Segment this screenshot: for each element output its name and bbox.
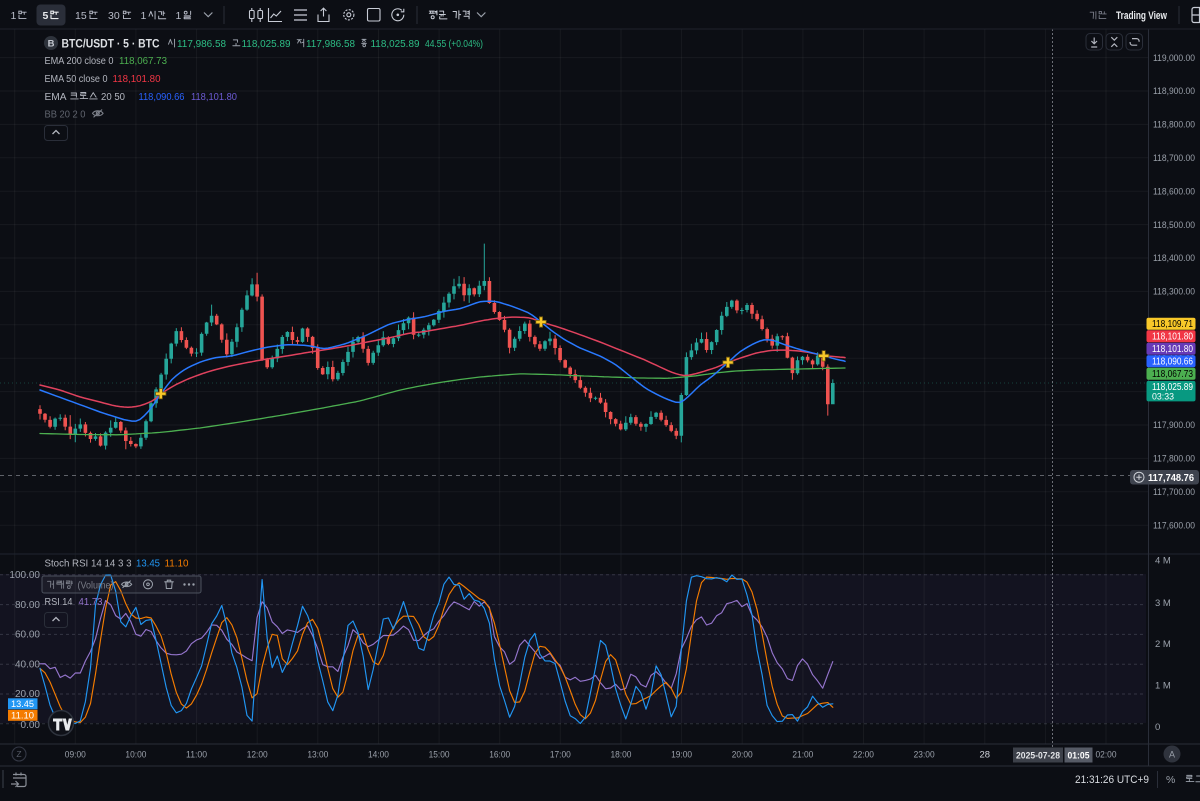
svg-text:RSI 14: RSI 14 <box>45 597 74 608</box>
svg-text:4 M: 4 M <box>1155 556 1171 567</box>
svg-text:117,600.00: 117,600.00 <box>1153 520 1195 531</box>
svg-text:A: A <box>1169 749 1175 759</box>
svg-text:118,101.80: 118,101.80 <box>1152 344 1193 355</box>
svg-text:118,067.73: 118,067.73 <box>1152 369 1193 380</box>
svg-text:117,800.00: 117,800.00 <box>1153 454 1195 465</box>
svg-text:117,700.00: 117,700.00 <box>1153 487 1195 498</box>
svg-text:118,101.80: 118,101.80 <box>1152 332 1193 343</box>
svg-text:EMA: EMA <box>45 92 67 103</box>
svg-text:18:00: 18:00 <box>610 750 631 761</box>
svg-text:41.73: 41.73 <box>79 597 104 608</box>
svg-text:117,986.58: 117,986.58 <box>177 39 226 50</box>
svg-text:13.45: 13.45 <box>136 559 161 570</box>
svg-text:14:00: 14:00 <box>368 750 389 761</box>
svg-text:15:00: 15:00 <box>429 750 450 761</box>
svg-text:5: 5 <box>43 10 49 22</box>
svg-text:2 M: 2 M <box>1155 639 1171 650</box>
svg-text:118,109.71: 118,109.71 <box>1152 319 1193 330</box>
svg-text:80.00: 80.00 <box>15 600 40 611</box>
svg-text:28: 28 <box>979 750 990 761</box>
svg-text:22:00: 22:00 <box>853 750 874 761</box>
svg-text:(Volume): (Volume) <box>78 581 114 592</box>
svg-text:1 M: 1 M <box>1155 681 1171 692</box>
svg-text:21:00: 21:00 <box>792 750 813 761</box>
svg-text:23:00: 23:00 <box>914 750 935 761</box>
svg-text:10:00: 10:00 <box>125 750 146 761</box>
svg-text:100.00: 100.00 <box>9 570 40 581</box>
svg-text:118,025.89: 118,025.89 <box>371 39 420 50</box>
svg-text:1: 1 <box>141 10 147 22</box>
svg-text:17:00: 17:00 <box>550 750 571 761</box>
svg-text:B: B <box>48 39 55 50</box>
svg-text:40.00: 40.00 <box>15 659 40 670</box>
svg-text:Z: Z <box>16 749 21 759</box>
svg-text:118,300.00: 118,300.00 <box>1153 287 1195 298</box>
svg-text:13.45: 13.45 <box>11 699 34 710</box>
svg-text:1: 1 <box>176 10 182 22</box>
svg-text:BTC/USDT · 5 · BTC: BTC/USDT · 5 · BTC <box>62 39 160 51</box>
svg-text:03:33: 03:33 <box>1152 391 1174 402</box>
svg-text:44.55 (+0.04%): 44.55 (+0.04%) <box>425 39 483 50</box>
svg-text:2025-07-28: 2025-07-28 <box>1016 751 1060 762</box>
svg-text:Stoch RSI 14 14 3 3: Stoch RSI 14 14 3 3 <box>45 559 133 570</box>
svg-text:16:00: 16:00 <box>489 750 510 761</box>
svg-text:12:00: 12:00 <box>247 750 268 761</box>
svg-text:118,900.00: 118,900.00 <box>1153 86 1195 97</box>
svg-text:118,090.66: 118,090.66 <box>139 92 186 103</box>
svg-text:Trading View: Trading View <box>1116 10 1167 22</box>
svg-text:BB 20 2 0: BB 20 2 0 <box>45 110 87 121</box>
svg-text:118,400.00: 118,400.00 <box>1153 253 1195 264</box>
svg-text:118,090.66: 118,090.66 <box>1152 357 1193 368</box>
svg-text:119,000.00: 119,000.00 <box>1153 53 1195 64</box>
svg-text:01:05: 01:05 <box>1068 751 1091 762</box>
svg-text:11:00: 11:00 <box>186 750 207 761</box>
svg-text:0: 0 <box>1155 722 1160 733</box>
svg-text:118,800.00: 118,800.00 <box>1153 120 1195 131</box>
svg-text:117,900.00: 117,900.00 <box>1153 420 1195 431</box>
svg-text:%: % <box>1166 774 1175 786</box>
svg-text:3 M: 3 M <box>1155 598 1171 609</box>
svg-text:21:31:26 UTC+9: 21:31:26 UTC+9 <box>1075 774 1149 786</box>
svg-text:117,748.76: 117,748.76 <box>1148 473 1194 484</box>
svg-text:1: 1 <box>11 10 17 22</box>
svg-text:11.10: 11.10 <box>11 710 34 721</box>
svg-text:118,500.00: 118,500.00 <box>1153 220 1195 231</box>
svg-text:118,101.80: 118,101.80 <box>191 92 238 103</box>
svg-text:118,067.73: 118,067.73 <box>119 56 168 67</box>
svg-text:EMA 200 close 0: EMA 200 close 0 <box>45 56 115 67</box>
svg-text:13:00: 13:00 <box>307 750 328 761</box>
svg-text:19:00: 19:00 <box>671 750 692 761</box>
svg-text:02:00: 02:00 <box>1096 750 1117 761</box>
svg-text:118,700.00: 118,700.00 <box>1153 153 1195 164</box>
svg-text:118,600.00: 118,600.00 <box>1153 186 1195 197</box>
svg-text:30: 30 <box>108 10 120 22</box>
svg-text:118,101.80: 118,101.80 <box>113 74 162 85</box>
svg-text:118,025.89: 118,025.89 <box>242 39 291 50</box>
svg-text:60.00: 60.00 <box>15 630 40 641</box>
svg-text:EMA 50 close 0: EMA 50 close 0 <box>45 74 109 85</box>
svg-text:20:00: 20:00 <box>732 750 753 761</box>
svg-text:15: 15 <box>75 10 87 22</box>
svg-text:117,986.58: 117,986.58 <box>306 39 355 50</box>
svg-text:11.10: 11.10 <box>165 559 190 570</box>
svg-text:20 50: 20 50 <box>101 92 126 103</box>
svg-text:09:00: 09:00 <box>65 750 86 761</box>
